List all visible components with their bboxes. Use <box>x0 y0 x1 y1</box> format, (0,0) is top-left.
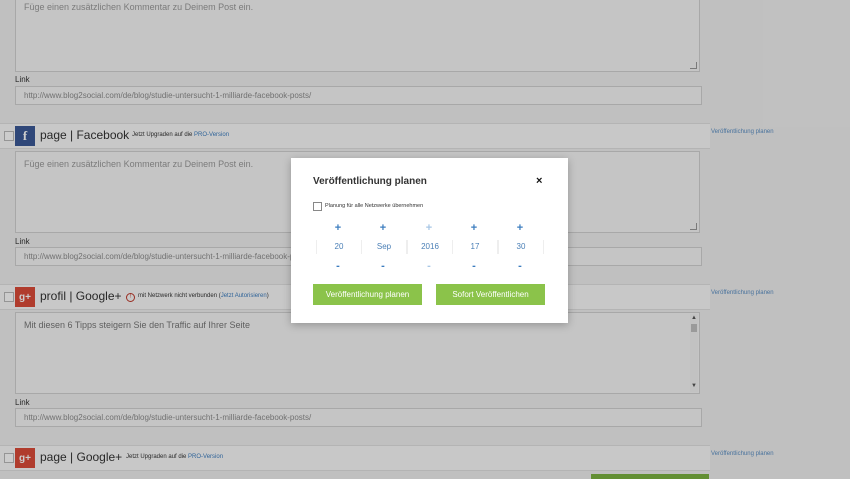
year-decrement-button[interactable]: - <box>407 260 451 272</box>
month-value[interactable]: Sep <box>361 240 407 254</box>
minute-value[interactable]: 30 <box>498 240 544 254</box>
year-increment-button[interactable]: + <box>407 222 451 234</box>
day-increment-button[interactable]: + <box>316 222 360 234</box>
hour-picker: + 17 - <box>452 222 498 272</box>
minute-decrement-button[interactable]: - <box>498 260 542 272</box>
hour-value[interactable]: 17 <box>452 240 498 254</box>
month-picker: + Sep - <box>361 222 407 272</box>
minute-increment-button[interactable]: + <box>498 222 542 234</box>
month-increment-button[interactable]: + <box>361 222 405 234</box>
year-value[interactable]: 2016 <box>407 240 453 254</box>
schedule-button[interactable]: Veröffentlichung planen <box>313 284 422 305</box>
minute-picker: + 30 - <box>498 222 544 272</box>
day-decrement-button[interactable]: - <box>316 260 360 272</box>
hour-decrement-button[interactable]: - <box>452 260 496 272</box>
day-value[interactable]: 20 <box>316 240 362 254</box>
close-icon[interactable]: × <box>536 175 542 187</box>
year-picker: + 2016 - <box>407 222 453 272</box>
apply-all-checkbox[interactable] <box>313 202 322 211</box>
hour-increment-button[interactable]: + <box>452 222 496 234</box>
apply-all-label: Planung für alle Netzwerke übernehmen <box>325 203 424 209</box>
publish-now-button[interactable]: Sofort Veröffentlichen <box>436 284 545 305</box>
schedule-modal: Veröffentlichung planen × Planung für al… <box>291 158 568 323</box>
day-picker: + 20 - <box>316 222 362 272</box>
month-decrement-button[interactable]: - <box>361 260 405 272</box>
modal-title: Veröffentlichung planen <box>313 176 427 187</box>
